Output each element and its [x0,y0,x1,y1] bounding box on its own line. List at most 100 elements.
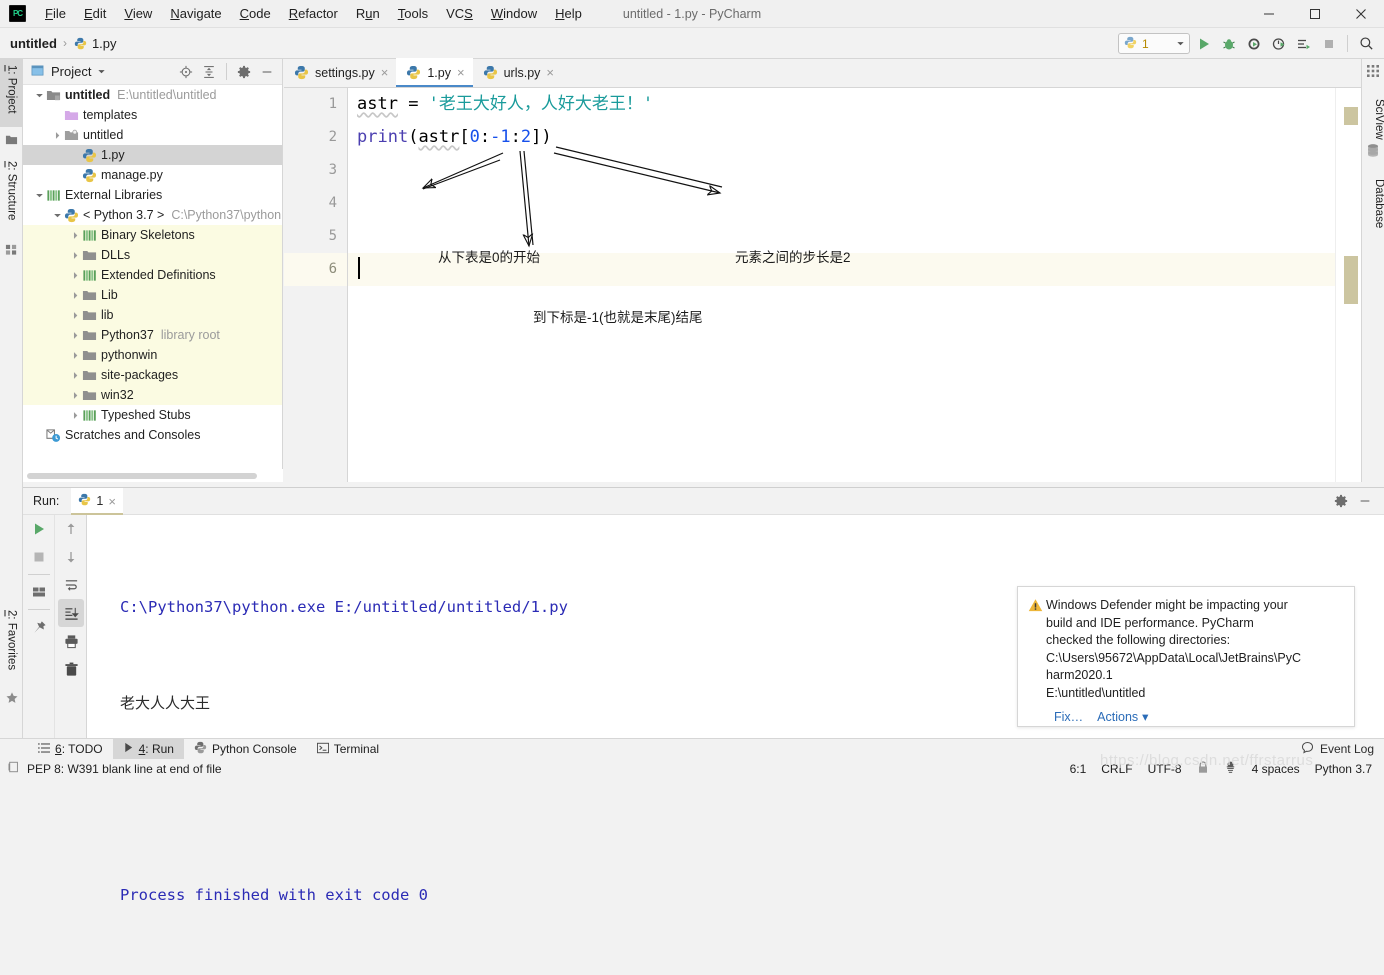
close-icon[interactable]: × [457,66,465,79]
indent-setting[interactable]: 4 spaces [1252,762,1300,776]
chevron-right-icon[interactable] [69,249,82,262]
caret-position[interactable]: 6:1 [1070,762,1087,776]
menu-item-view[interactable]: View [115,3,161,25]
hydra-icon[interactable] [1224,760,1237,777]
tree-row-scratches-and-consoles[interactable]: Scratches and Consoles [23,425,282,445]
tree-row-binary-skeletons[interactable]: Binary Skeletons [23,225,282,245]
sidebar-item-sciview[interactable]: SciView [1362,79,1384,140]
tree-row-extended-definitions[interactable]: Extended Definitions [23,265,282,285]
bottom-tab-terminal[interactable]: Terminal [307,739,389,760]
lock-icon[interactable] [1197,760,1209,777]
chevron-down-icon[interactable] [51,209,64,222]
search-everywhere-icon[interactable] [1355,32,1378,55]
chevron-right-icon[interactable] [69,289,82,302]
breadcrumb-untitled[interactable]: untitled [10,36,57,51]
bottom-tab-python-console[interactable]: Python Console [184,739,307,760]
tree-row-templates[interactable]: templates [23,105,282,125]
breadcrumb-file[interactable]: 1.py [92,36,117,51]
chevron-right-icon[interactable] [51,129,64,142]
chevron-right-icon[interactable] [69,309,82,322]
event-log-label[interactable]: Event Log [1320,742,1374,756]
close-icon[interactable]: × [108,494,116,509]
collapse-all-icon[interactable] [198,61,220,83]
locate-icon[interactable] [175,61,197,83]
sidebar-item-database[interactable]: Database [1362,159,1384,228]
menu-item-window[interactable]: Window [482,3,546,25]
down-stacktrace-icon[interactable] [55,543,87,571]
tree-row-dlls[interactable]: DLLs [23,245,282,265]
tree-row-lib[interactable]: Lib [23,285,282,305]
menu-item-refactor[interactable]: Refactor [280,3,347,25]
run-configuration-selector[interactable]: 1 [1118,33,1190,54]
menu-item-run[interactable]: Run [347,3,389,25]
code-text-area[interactable]: astr = '老王大好人，人好大老王！' print(astr[0:-1:2]… [348,88,1335,482]
editor-marker-gutter[interactable] [1335,88,1361,482]
print-icon[interactable] [55,627,87,655]
minimize-icon[interactable] [1354,490,1376,512]
menu-item-help[interactable]: Help [546,3,591,25]
menu-item-code[interactable]: Code [231,3,280,25]
chevron-right-icon[interactable] [69,409,82,422]
sidebar-item-project[interactable]: 1: Project [0,59,23,127]
stop-button[interactable] [1317,32,1340,55]
tree-row-untitled[interactable]: untitled [23,125,282,145]
project-dropdown-icon[interactable] [97,65,106,79]
menu-item-navigate[interactable]: Navigate [161,3,230,25]
run-console-button[interactable] [1292,32,1315,55]
chevron-right-icon[interactable] [69,329,82,342]
menu-item-tools[interactable]: Tools [389,3,437,25]
scroll-to-end-icon[interactable] [58,599,84,627]
chevron-right-icon[interactable] [69,349,82,362]
menu-item-edit[interactable]: Edit [75,3,115,25]
chevron-right-icon[interactable] [69,269,82,282]
project-horizontal-scrollbar[interactable] [23,469,283,482]
tree-row-external-libraries[interactable]: External Libraries [23,185,282,205]
chevron-down-icon[interactable]: ▾ [1142,709,1148,724]
tree-row-lib[interactable]: lib [23,305,282,325]
close-icon[interactable]: × [381,66,389,79]
soft-wrap-icon[interactable] [55,571,87,599]
tree-row-pythonwin[interactable]: pythonwin [23,345,282,365]
tree-row-win32[interactable]: win32 [23,385,282,405]
tree-row-1-py[interactable]: 1.py [23,145,282,165]
sidebar-item-structure[interactable]: 2: Structure [0,155,23,237]
maximize-button[interactable] [1292,0,1338,28]
chevron-right-icon[interactable] [69,229,82,242]
debug-button[interactable] [1217,32,1240,55]
file-encoding[interactable]: UTF-8 [1148,762,1182,776]
inspection-icon[interactable] [8,761,20,776]
bottom-tab-run[interactable]: 4: Run [112,738,184,760]
tree-row-python-3-7[interactable]: < Python 3.7 > C:\Python37\python [23,205,282,225]
scrollbar-thumb[interactable] [1344,256,1358,304]
close-icon[interactable]: × [546,66,554,79]
bottom-tab-todo[interactable]: 6: TODO [28,739,113,760]
settings-gear-icon[interactable] [233,61,255,83]
run-with-coverage-button[interactable] [1242,32,1265,55]
chevron-down-icon[interactable] [33,189,46,202]
tree-row-typeshed-stubs[interactable]: Typeshed Stubs [23,405,282,425]
restore-layout-icon[interactable] [23,578,55,606]
project-tree[interactable]: untitled E:\untitled\untitled templates unt… [23,85,282,469]
up-stacktrace-icon[interactable] [55,515,87,543]
tree-row-manage-py[interactable]: manage.py [23,165,282,185]
python-interpreter[interactable]: Python 3.7 [1315,762,1372,776]
minimize-button[interactable] [1246,0,1292,28]
editor-tab-urls-py[interactable]: urls.py × [473,58,562,87]
editor-tab-1-py[interactable]: 1.py × [396,58,473,87]
scrollbar-thumb-top[interactable] [1344,107,1358,125]
profile-button[interactable] [1267,32,1290,55]
run-button[interactable] [1192,32,1215,55]
clear-all-icon[interactable] [55,655,87,683]
scrollbar-thumb[interactable] [27,473,257,479]
notification-fix-link[interactable]: Fix… [1054,710,1083,724]
notification-actions-link[interactable]: Actions [1097,710,1138,724]
tree-row-python37[interactable]: Python37 library root [23,325,282,345]
stop-icon[interactable] [23,543,55,571]
chevron-right-icon[interactable] [69,369,82,382]
editor-tab-settings-py[interactable]: settings.py × [284,58,396,87]
pin-tab-icon[interactable] [23,613,55,641]
settings-gear-icon[interactable] [1330,490,1352,512]
tree-row-untitled[interactable]: untitled E:\untitled\untitled [23,85,282,105]
chevron-right-icon[interactable] [69,389,82,402]
menu-item-file[interactable]: File [36,3,75,25]
